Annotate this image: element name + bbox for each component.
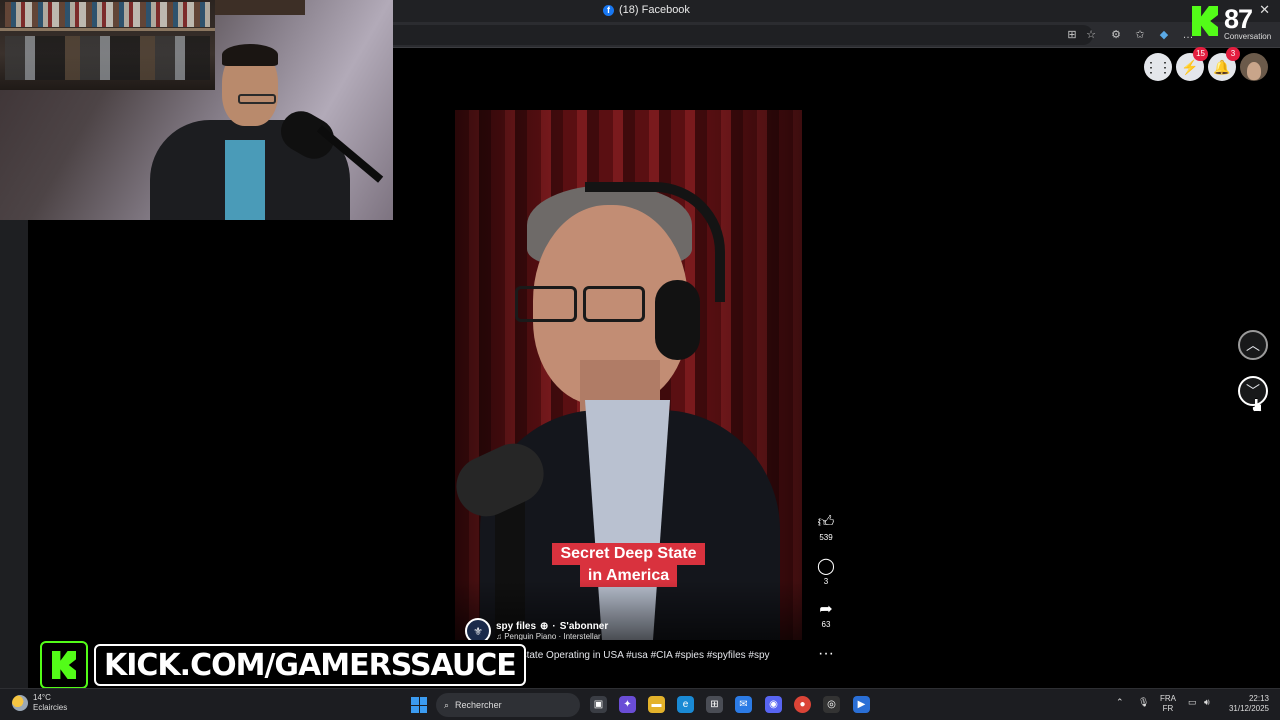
hashtag[interactable]: #spies (675, 650, 704, 661)
store-icon[interactable]: ⊞ (706, 696, 723, 713)
hashtag[interactable]: #spy (748, 650, 769, 661)
weather-desc: Eclaircies (33, 703, 68, 712)
browser-titlebar: f (18) Facebook ✕ (393, 0, 1280, 22)
bookshelf (0, 0, 215, 90)
hashtag[interactable]: #spyfiles (707, 650, 746, 661)
like-count: 539 (819, 533, 833, 542)
address-bar[interactable] (393, 25, 1093, 45)
start-button[interactable] (411, 697, 427, 713)
viewer-count: 87 (1224, 4, 1253, 34)
kick-logo-icon (1192, 6, 1218, 36)
hashtag[interactable]: #usa (626, 650, 648, 661)
clock-date: 31/12/2025 (1228, 704, 1269, 713)
comment-icon: ◯ (817, 558, 835, 575)
facebook-icon: f (603, 4, 614, 16)
windows-taskbar: 14°C Eclaircies ⌕ Rechercher ▣ ✦ ▬ e ⊞ ✉… (0, 688, 1280, 720)
weather-widget[interactable]: 14°C Eclaircies (12, 693, 67, 713)
grid-menu-icon: ⋮⋮ (1144, 58, 1172, 75)
tray-chevron-up-icon[interactable]: ⌃ (1116, 697, 1124, 708)
extension-icon[interactable]: ⚙ (1109, 28, 1123, 42)
avatar-face (1247, 62, 1261, 80)
file-explorer-icon[interactable]: ▬ (648, 696, 665, 713)
mail-icon[interactable]: ✉ (735, 696, 752, 713)
lang-bottom: FR (1162, 704, 1174, 713)
comment-count: 3 (823, 577, 829, 586)
tab-title-text: (18) Facebook (619, 4, 690, 16)
author-avatar[interactable]: ⚜ (465, 618, 491, 640)
copilot-icon[interactable]: ✦ (619, 696, 636, 713)
task-view-icon[interactable]: ▣ (590, 696, 607, 713)
bell-icon: 🔔 (1213, 58, 1231, 75)
chrome-icon[interactable]: ● (794, 696, 811, 713)
kick-url: KICK.COM/GAMERSSAUCE (94, 644, 526, 686)
more-options-button[interactable]: ··· (813, 645, 839, 663)
more-dots-icon: ··· (818, 645, 834, 662)
favorites-icon[interactable]: ✩ (1133, 28, 1147, 42)
profile-extension-icon[interactable]: ◆ (1157, 28, 1171, 42)
app-available-icon[interactable]: ⊞ (1065, 28, 1079, 42)
thumbs-up-icon: 👍︎ (817, 514, 835, 531)
share-button[interactable]: ➦ 63 (813, 601, 839, 629)
microphone-icon[interactable]: 🎙︎ (1138, 697, 1149, 708)
previous-reel-button[interactable]: ︿ (1238, 330, 1268, 360)
kick-viewer-count: 87 Conversation (1190, 4, 1280, 42)
share-icon: ➦ (819, 601, 833, 618)
kick-watermark: KICK.COM/GAMERSSAUCE (40, 641, 526, 689)
volume-icon[interactable]: 🔊︎ (1204, 697, 1210, 708)
author-separator: · (552, 621, 556, 632)
discord-icon[interactable]: ◉ (765, 696, 782, 713)
weather-icon (12, 695, 28, 711)
taskbar-search[interactable]: ⌕ Rechercher (436, 693, 580, 717)
like-button[interactable]: 👍︎ 539 (813, 514, 839, 542)
next-reel-button[interactable]: ﹀ (1238, 376, 1268, 406)
browser-toolbar: ⊞ ☆ ⚙ ✩ ◆ … (393, 22, 1280, 48)
edge-icon[interactable]: e (677, 696, 694, 713)
menu-button[interactable]: ⋮⋮ (1144, 53, 1172, 81)
obs-icon[interactable]: ◎ (823, 696, 840, 713)
favorite-star-icon[interactable]: ☆ (1084, 28, 1098, 42)
reel-author: ⚜ spy files ⊕ · S'abonner ♫ Penguin Pian… (465, 618, 608, 640)
messenger-icon: ⚡ (1181, 58, 1199, 75)
reel-video[interactable]: Secret Deep State in America ⚜ spy files… (455, 110, 802, 640)
weather-temp: 14°C (33, 693, 51, 702)
left-strip (0, 220, 28, 688)
language-indicator[interactable]: FRA FR (1160, 694, 1176, 714)
cia-seal-icon: ⚜ (473, 625, 483, 638)
music-info[interactable]: ♫ Penguin Piano · Interstellar (496, 632, 608, 640)
chevron-down-icon: ﹀ (1246, 383, 1260, 399)
notifications-badge: 3 (1226, 47, 1240, 61)
messenger-badge: 15 (1193, 47, 1208, 61)
hashtag[interactable]: #CIA (651, 650, 673, 661)
notifications-button[interactable]: 🔔 3 (1208, 47, 1240, 81)
app-icon[interactable]: ▶ (853, 696, 870, 713)
account-avatar[interactable] (1240, 53, 1268, 81)
kick-watermark-logo (40, 641, 88, 689)
globe-icon: ⊕ (540, 621, 549, 632)
screen: f (18) Facebook ✕ ⊞ ☆ ⚙ ✩ ◆ … 87 Convers… (0, 0, 1280, 720)
webcam-overlay (0, 0, 393, 220)
author-name[interactable]: spy files (496, 621, 536, 632)
search-placeholder: Rechercher (455, 700, 502, 710)
kick-k-icon (52, 651, 76, 679)
viewer-label: Conversation (1224, 32, 1272, 41)
comment-button[interactable]: ◯ 3 (813, 558, 839, 586)
caption-line-1: Secret Deep State (552, 543, 705, 565)
follow-button[interactable]: S'abonner (560, 621, 609, 632)
messenger-button[interactable]: ⚡ 15 (1176, 47, 1208, 81)
chevron-up-icon: ︿ (1246, 337, 1260, 353)
clock-time: 22:13 (1248, 694, 1269, 703)
tab-title[interactable]: f (18) Facebook (603, 4, 690, 16)
lang-top: FRA (1160, 694, 1176, 703)
search-icon: ⌕ (444, 699, 450, 710)
system-clock[interactable]: 22:13 31/12/2025 (1227, 694, 1269, 714)
network-icon[interactable]: ▭ (1188, 697, 1197, 708)
share-count: 63 (821, 620, 831, 629)
